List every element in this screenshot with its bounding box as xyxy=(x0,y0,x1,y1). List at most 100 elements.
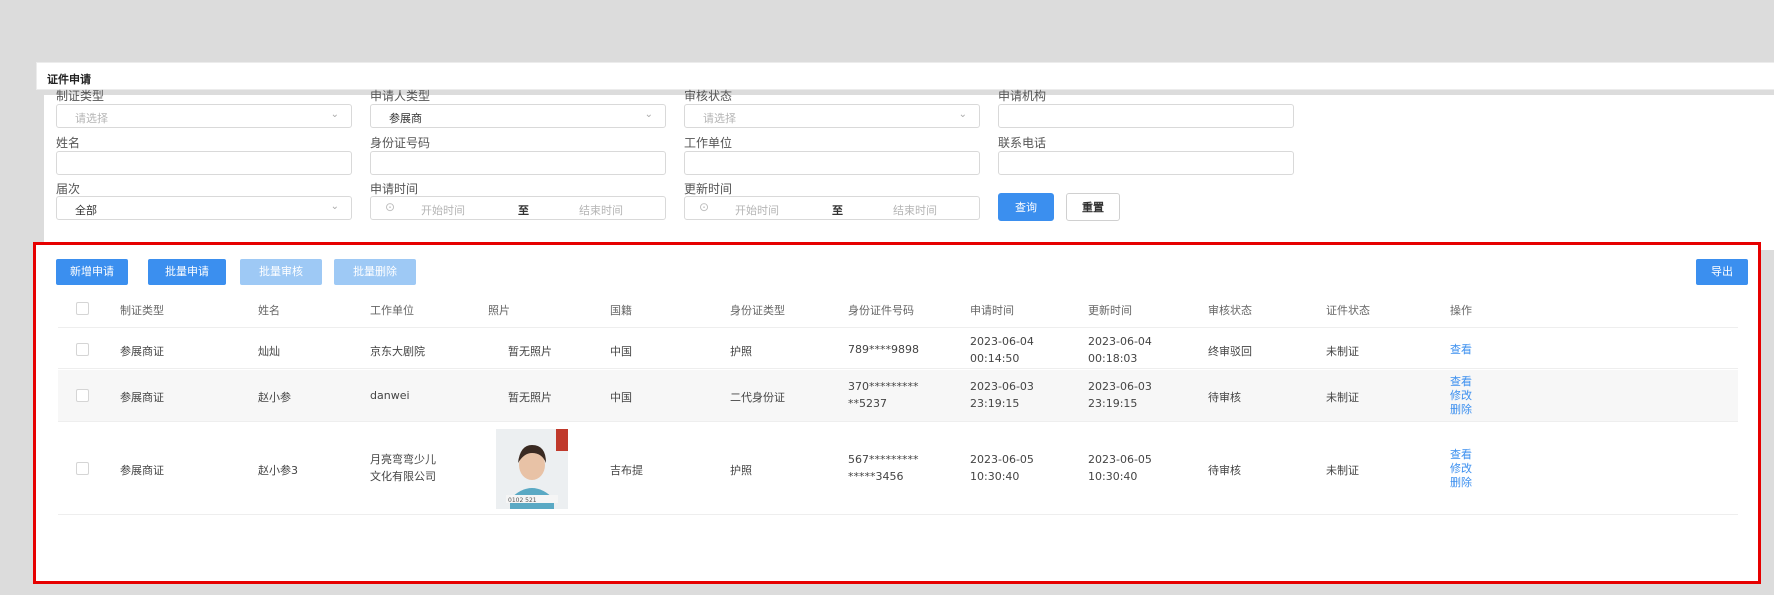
update-time-cell: 2023-06-03 23:19:15 xyxy=(1088,378,1152,412)
unit-line: 月亮弯弯少儿 xyxy=(370,453,436,466)
name-cell: 灿灿 xyxy=(258,345,280,358)
batch-apply-button[interactable]: 批量申请 xyxy=(148,259,226,285)
photo-cell: 暂无照片 xyxy=(508,391,552,404)
applicant-type-select[interactable]: 参展商 ⌄ xyxy=(370,104,666,128)
phone-input[interactable] xyxy=(998,151,1294,175)
org-label: 申请机构 xyxy=(998,89,1047,103)
apply-time-range[interactable]: ⊙ 开始时间 至 结束时间 xyxy=(370,196,666,220)
session-select[interactable]: 全部 ⌄ xyxy=(56,196,352,220)
row-checkbox[interactable] xyxy=(76,389,89,402)
table-row: 参展商证 灿灿 京东大剧院 暂无照片 中国 护照 789****9898 202… xyxy=(58,329,1738,369)
update-clock: 10:30:40 xyxy=(1088,470,1138,483)
apply-start-placeholder: 开始时间 xyxy=(421,204,465,217)
delete-link[interactable]: 删除 xyxy=(1450,403,1472,417)
update-time-range[interactable]: ⊙ 开始时间 至 结束时间 xyxy=(684,196,980,220)
update-start-placeholder: 开始时间 xyxy=(735,204,779,217)
apply-range-separator: 至 xyxy=(518,204,529,217)
batch-review-button[interactable]: 批量审核 xyxy=(240,259,322,285)
batch-delete-button[interactable]: 批量删除 xyxy=(334,259,416,285)
export-button[interactable]: 导出 xyxy=(1696,259,1748,285)
nationality-cell: 吉布提 xyxy=(610,464,643,477)
reset-button[interactable]: 重置 xyxy=(1066,193,1120,221)
table-row: 参展商证 赵小参3 月亮弯弯少儿 文化有限公司 0102 521 吉布提 护照 xyxy=(58,423,1738,515)
page-header: 证件申请 xyxy=(36,62,1774,90)
review-status-cell: 终审驳回 xyxy=(1208,345,1252,358)
apply-end-placeholder: 结束时间 xyxy=(579,204,623,217)
review-status-label: 审核状态 xyxy=(684,89,733,103)
update-date: 2023-06-03 xyxy=(1088,380,1152,393)
clock-icon: ⊙ xyxy=(699,200,710,214)
work-unit-input[interactable] xyxy=(684,151,980,175)
org-input[interactable] xyxy=(998,104,1294,128)
cert-status-cell: 未制证 xyxy=(1326,464,1359,477)
applicant-photo[interactable]: 0102 521 xyxy=(496,429,568,509)
select-all-checkbox[interactable] xyxy=(76,302,89,315)
col-header: 姓名 xyxy=(258,304,280,317)
result-table-panel: 新增申请 批量申请 批量审核 批量删除 导出 制证类型 姓名 工作单位 照片 国… xyxy=(33,242,1761,584)
id-number-label: 身份证号码 xyxy=(370,136,431,150)
session-value: 全部 xyxy=(75,204,97,217)
update-end-placeholder: 结束时间 xyxy=(893,204,937,217)
phone-label: 联系电话 xyxy=(998,136,1047,150)
col-header: 制证类型 xyxy=(120,304,164,317)
edit-link[interactable]: 修改 xyxy=(1450,462,1472,476)
apply-time-cell: 2023-06-03 23:19:15 xyxy=(970,378,1034,412)
id-number-cell: 567********* *****3456 xyxy=(848,451,919,485)
update-time-label: 更新时间 xyxy=(684,182,733,196)
cert-type-select[interactable]: 请选择 ⌄ xyxy=(56,104,352,128)
view-link[interactable]: 查看 xyxy=(1450,448,1472,462)
id-number-line: 370********* xyxy=(848,380,919,393)
work-unit-label: 工作单位 xyxy=(684,136,733,150)
name-cell: 赵小参 xyxy=(258,391,291,404)
filter-form: 制证类型 请选择 ⌄ 申请人类型 参展商 ⌄ 审核状态 请选择 ⌄ 申请机构 姓… xyxy=(44,89,1774,250)
nationality-cell: 中国 xyxy=(610,345,632,358)
col-header: 更新时间 xyxy=(1088,304,1132,317)
chevron-down-icon: ⌄ xyxy=(330,109,339,120)
review-status-cell: 待审核 xyxy=(1208,464,1241,477)
cert-type-placeholder: 请选择 xyxy=(75,112,108,125)
add-application-button[interactable]: 新增申请 xyxy=(56,259,128,285)
row-actions: 查看 修改 删除 xyxy=(1450,375,1472,417)
col-header: 身份证件号码 xyxy=(848,304,914,317)
apply-date: 2023-06-05 xyxy=(970,453,1034,466)
query-button[interactable]: 查询 xyxy=(998,193,1054,221)
applicant-type-label: 申请人类型 xyxy=(370,89,431,103)
col-header: 审核状态 xyxy=(1208,304,1252,317)
applicant-type-value: 参展商 xyxy=(389,112,422,125)
id-number-cell: 789****9898 xyxy=(848,343,919,356)
clock-icon: ⊙ xyxy=(385,200,396,214)
update-clock: 23:19:15 xyxy=(1088,397,1138,410)
nationality-cell: 中国 xyxy=(610,391,632,404)
id-type-cell: 二代身份证 xyxy=(730,391,785,404)
unit-cell: 京东大剧院 xyxy=(370,345,425,358)
view-link[interactable]: 查看 xyxy=(1450,343,1472,357)
col-header: 证件状态 xyxy=(1326,304,1370,317)
cert-type-label: 制证类型 xyxy=(56,89,105,103)
table-row: 参展商证 赵小参 danwei 暂无照片 中国 二代身份证 370*******… xyxy=(58,370,1738,422)
page-title: 证件申请 xyxy=(47,73,91,86)
col-header: 操作 xyxy=(1450,304,1472,317)
cert-status-cell: 未制证 xyxy=(1326,345,1359,358)
apply-clock: 00:14:50 xyxy=(970,352,1020,365)
id-number-line: **5237 xyxy=(848,397,887,410)
apply-clock: 10:30:40 xyxy=(970,470,1020,483)
cert-type-cell: 参展商证 xyxy=(120,391,164,404)
edit-link[interactable]: 修改 xyxy=(1450,389,1472,403)
review-status-select[interactable]: 请选择 ⌄ xyxy=(684,104,980,128)
apply-date: 2023-06-04 xyxy=(970,335,1034,348)
update-time-cell: 2023-06-04 00:18:03 xyxy=(1088,333,1152,367)
delete-link[interactable]: 删除 xyxy=(1450,476,1472,490)
unit-cell: 月亮弯弯少儿 文化有限公司 xyxy=(370,451,436,485)
update-clock: 00:18:03 xyxy=(1088,352,1138,365)
row-checkbox[interactable] xyxy=(76,343,89,356)
name-cell: 赵小参3 xyxy=(258,464,298,477)
view-link[interactable]: 查看 xyxy=(1450,375,1472,389)
update-range-separator: 至 xyxy=(832,204,843,217)
row-actions: 查看 xyxy=(1450,343,1472,357)
id-number-input[interactable] xyxy=(370,151,666,175)
row-checkbox[interactable] xyxy=(76,462,89,475)
name-input[interactable] xyxy=(56,151,352,175)
col-header: 申请时间 xyxy=(970,304,1014,317)
col-header: 照片 xyxy=(488,304,510,317)
row-actions: 查看 修改 删除 xyxy=(1450,448,1472,490)
